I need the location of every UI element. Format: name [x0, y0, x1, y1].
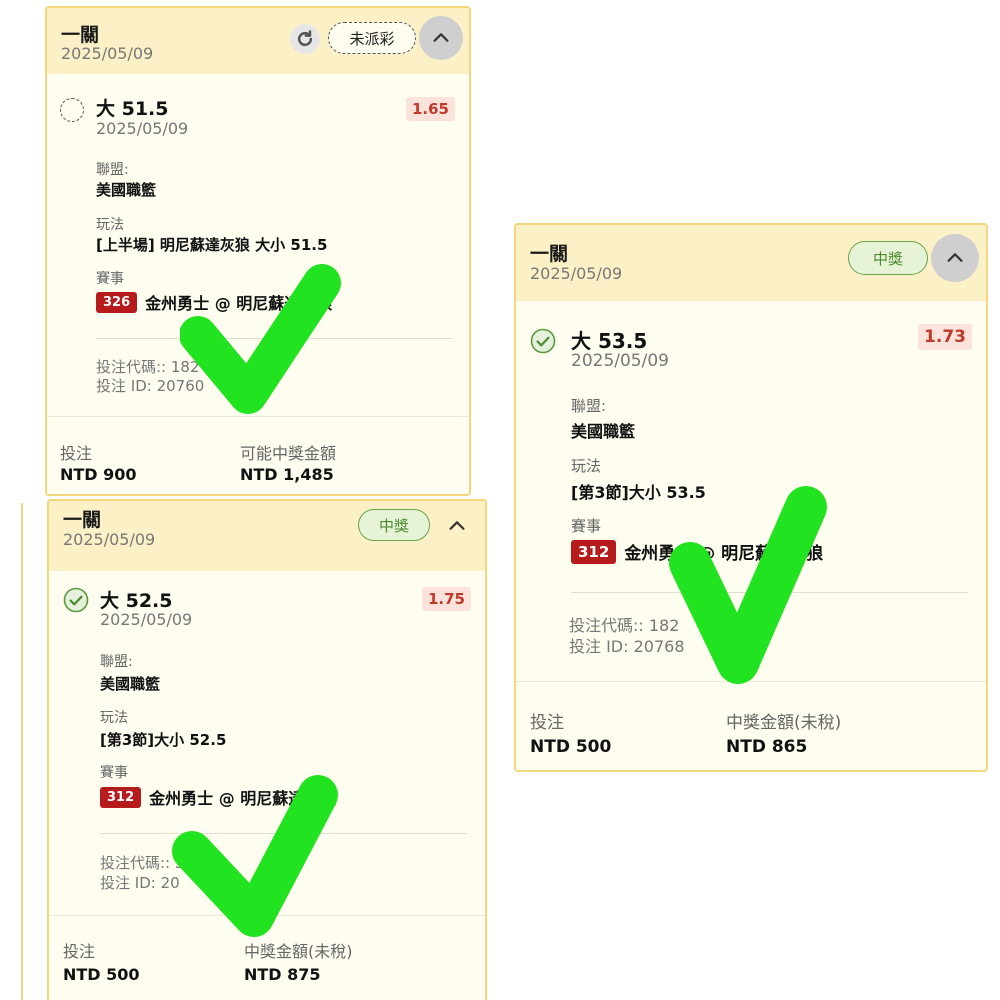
- payout-label: 中獎金額(未稅): [726, 713, 842, 733]
- league-value: 美國職籃: [96, 181, 157, 199]
- collapse-button[interactable]: [439, 509, 475, 543]
- stake-label: 投注: [63, 942, 96, 961]
- card-header: 一關 2025/05/09 未派彩: [47, 8, 469, 74]
- event-name: 金州勇士 @ 明尼蘇達灰狼: [149, 789, 337, 808]
- selection-title: 大 52.5: [100, 590, 173, 612]
- payout-label: 可能中獎金額: [240, 444, 337, 463]
- panel-edge: [21, 503, 23, 1000]
- status-badge: 中獎: [358, 509, 430, 541]
- bet-type-title: 一關: [61, 24, 100, 46]
- selection-date: 2025/05/09: [100, 610, 193, 629]
- stake-value: NTD 500: [530, 737, 612, 757]
- selection-date: 2025/05/09: [96, 119, 189, 138]
- header-date: 2025/05/09: [530, 264, 623, 283]
- status-badge: 中獎: [848, 241, 928, 275]
- header-date: 2025/05/09: [61, 44, 154, 63]
- league-label: 聯盟:: [96, 162, 129, 178]
- chevron-up-icon: [433, 33, 449, 42]
- event-row: 312 金州勇士 @ 明尼蘇達灰狼: [571, 539, 823, 564]
- chevron-up-icon: [449, 521, 465, 530]
- section-divider: [96, 338, 453, 339]
- chevron-up-icon: [947, 253, 963, 262]
- odds-badge: 1.65: [405, 97, 455, 121]
- bet-id: 投注 ID: 20760: [96, 377, 205, 395]
- event-row: 326 金州勇士 @ 明尼蘇達灰狼: [96, 290, 332, 314]
- refresh-button[interactable]: [290, 24, 320, 54]
- event-number-badge: 312: [571, 539, 617, 564]
- odds-badge: 1.73: [918, 324, 972, 350]
- odds-badge: 1.75: [421, 587, 471, 611]
- selection-title: 大 53.5: [571, 329, 648, 353]
- stake-label: 投注: [530, 713, 564, 733]
- header-date: 2025/05/09: [63, 530, 156, 549]
- stake-value: NTD 900: [60, 465, 137, 484]
- dashed-circle-icon: [60, 98, 84, 122]
- bet-type-title: 一關: [530, 243, 569, 265]
- event-label: 賽事: [571, 517, 602, 535]
- footer-divider: [47, 416, 469, 417]
- selection-title: 大 51.5: [96, 98, 169, 120]
- card-header: 一關 2025/05/09 中獎: [49, 501, 485, 571]
- market-value: [第3節]大小 53.5: [571, 483, 706, 502]
- bet-id: 投注 ID: 20768: [569, 637, 685, 656]
- league-label: 聯盟:: [571, 397, 607, 415]
- bet-card-win: 一關 2025/05/09 中獎 大 53.5 2025/05/09 1.73 …: [514, 223, 988, 772]
- collapse-button[interactable]: [931, 234, 979, 282]
- event-name: 金州勇士 @ 明尼蘇達灰狼: [624, 544, 824, 564]
- payout-value: NTD 875: [244, 965, 321, 984]
- market-value: [第3節]大小 52.5: [100, 731, 227, 749]
- market-label: 玩法: [96, 217, 124, 233]
- event-label: 賽事: [100, 765, 128, 781]
- check-circle-icon: [530, 328, 556, 354]
- event-name: 金州勇士 @ 明尼蘇達灰狼: [145, 294, 333, 313]
- market-label: 玩法: [571, 457, 602, 475]
- payout-label: 中獎金額(未稅): [244, 942, 353, 961]
- bet-id: 投注 ID: 20: [100, 874, 180, 892]
- bet-code: 投注代碼:: 182: [96, 358, 200, 376]
- footer-divider: [49, 915, 485, 916]
- stake-label: 投注: [60, 444, 93, 463]
- bet-code: 投注代碼:: 54: [100, 854, 194, 872]
- payout-value: NTD 865: [726, 737, 808, 757]
- event-number-badge: 312: [100, 786, 142, 808]
- check-circle-icon: [63, 587, 89, 613]
- footer-divider: [516, 681, 986, 682]
- bet-card-pending: 一關 2025/05/09 未派彩 大 51.5 2025/05/09 1.65…: [45, 6, 471, 496]
- league-value: 美國職籃: [100, 675, 161, 693]
- event-row: 312 金州勇士 @ 明尼蘇達灰狼: [100, 785, 336, 809]
- stake-value: NTD 500: [63, 965, 140, 984]
- section-divider: [100, 833, 467, 834]
- bet-card-win: 一關 2025/05/09 中獎 大 52.5 2025/05/09 1.75 …: [47, 499, 487, 1000]
- market-label: 玩法: [100, 710, 128, 726]
- event-label: 賽事: [96, 271, 124, 287]
- league-value: 美國職籃: [571, 422, 636, 441]
- card-header: 一關 2025/05/09 中獎: [516, 225, 986, 301]
- market-value: [上半場] 明尼蘇達灰狼 大小 51.5: [96, 236, 328, 254]
- refresh-icon: [297, 30, 313, 47]
- event-number-badge: 326: [96, 291, 138, 313]
- section-divider: [571, 592, 968, 593]
- status-badge: 未派彩: [328, 22, 416, 54]
- bet-type-title: 一關: [63, 509, 102, 531]
- collapse-button[interactable]: [419, 16, 463, 60]
- payout-value: NTD 1,485: [240, 465, 334, 484]
- league-label: 聯盟:: [100, 654, 133, 670]
- selection-date: 2025/05/09: [571, 351, 669, 371]
